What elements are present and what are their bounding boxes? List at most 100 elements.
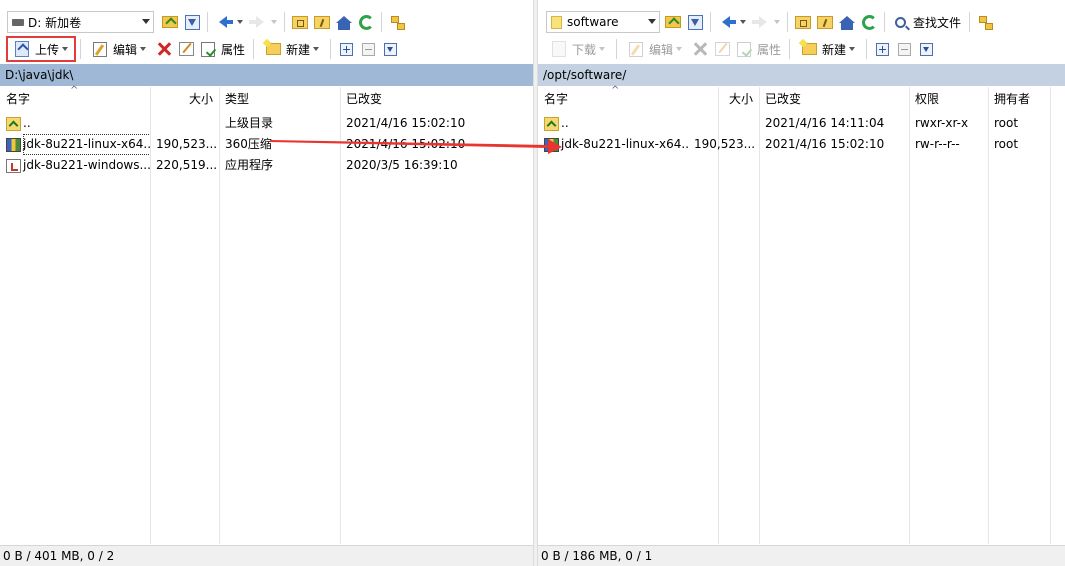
local-edit-button[interactable]: 编辑 <box>85 38 153 60</box>
remote-delete-button[interactable] <box>690 39 710 59</box>
column-header-size[interactable]: 大小 <box>688 87 759 110</box>
column-divider <box>1050 87 1051 544</box>
remote-directory-label: software <box>567 15 619 29</box>
remote-filter-button[interactable] <box>685 12 705 32</box>
remote-forward-history-dropdown[interactable] <box>774 20 780 24</box>
back-button[interactable] <box>213 12 233 32</box>
file-size <box>688 113 759 134</box>
chevron-down-icon <box>648 19 656 24</box>
home-directory-button[interactable] <box>334 12 354 32</box>
local-delete-button[interactable] <box>154 39 174 59</box>
remote-forward-button[interactable] <box>750 12 770 32</box>
local-edit-label: 编辑 <box>113 42 138 57</box>
table-row[interactable]: jdk-8u221-linux-x64... 190,523... 2021/4… <box>538 134 1065 155</box>
remote-status-bar: 0 B / 186 MB, 0 / 1 <box>538 545 1065 566</box>
remote-home-directory-button[interactable] <box>837 12 857 32</box>
root-directory-button[interactable] <box>312 12 332 32</box>
file-modified: 2021/4/16 15:02:10 <box>765 137 885 151</box>
table-row[interactable]: jdk-8u221-linux-x64... 190,523... 360压缩 … <box>0 134 533 155</box>
remote-parent-directory-button[interactable] <box>793 12 813 32</box>
local-rename-button[interactable] <box>176 39 196 59</box>
column-header-permissions[interactable]: 权限 <box>909 87 988 110</box>
chevron-down-icon[interactable] <box>62 47 69 51</box>
local-filter-select-button[interactable] <box>380 39 400 59</box>
column-divider <box>988 87 989 544</box>
rename-icon <box>178 42 194 56</box>
remote-open-directory-button[interactable] <box>663 12 683 32</box>
file-name-cell: jdk-8u221-linux-x64... <box>0 134 150 155</box>
chevron-down-icon[interactable] <box>313 47 320 51</box>
remote-root-directory-button[interactable] <box>815 12 835 32</box>
arrow-right-icon <box>752 16 767 28</box>
column-header-size[interactable]: 大小 <box>150 87 219 110</box>
toolbar-divider <box>207 12 208 32</box>
local-select-button[interactable] <box>336 39 356 59</box>
parent-folder-icon <box>6 116 21 131</box>
column-header-name[interactable]: 名字 ^ <box>0 85 150 110</box>
file-owner: root <box>994 137 1019 151</box>
chevron-down-icon[interactable] <box>676 47 683 51</box>
local-new-button[interactable]: 新建 <box>258 38 326 60</box>
remote-edit-button[interactable]: 编辑 <box>621 38 689 60</box>
tree-toggle-button[interactable] <box>387 12 407 32</box>
column-header-modified[interactable]: 已改变 <box>759 87 909 110</box>
column-header-modified-label: 已改变 <box>346 92 383 106</box>
remote-tree-toggle-button[interactable] <box>975 12 995 32</box>
drive-icon <box>12 18 24 26</box>
remote-new-button[interactable]: 新建 <box>794 38 862 60</box>
remote-properties-label: 属性 <box>757 42 782 57</box>
find-files-button[interactable]: 查找文件 <box>889 11 965 33</box>
sort-ascending-icon: ^ <box>611 85 620 96</box>
remote-directory-selector[interactable]: software <box>546 11 660 33</box>
file-size: 190,523... <box>156 137 218 151</box>
new-icon <box>799 39 819 59</box>
root-folder-icon <box>314 15 330 29</box>
remote-filter-select-button[interactable] <box>916 39 936 59</box>
filter-button[interactable] <box>182 12 202 32</box>
back-history-dropdown[interactable] <box>237 20 243 24</box>
parent-directory-button[interactable] <box>290 12 310 32</box>
column-header-size-label: 大小 <box>728 92 753 106</box>
remote-back-history-dropdown[interactable] <box>740 20 746 24</box>
file-modified: 2021/4/16 15:02:10 <box>346 116 466 130</box>
table-row[interactable]: jdk-8u221-windows... 220,519... 应用程序 202… <box>0 155 533 176</box>
remote-select-button[interactable] <box>872 39 892 59</box>
file-modified: 2021/4/16 14:11:04 <box>765 116 885 130</box>
chevron-down-icon[interactable] <box>849 47 856 51</box>
upload-button[interactable]: 上传 <box>6 36 77 62</box>
forward-button[interactable] <box>247 12 267 32</box>
table-row[interactable]: .. 2021/4/16 14:11:04 rwxr-xr-x root <box>538 113 1065 134</box>
remote-back-button[interactable] <box>716 12 736 32</box>
remote-unselect-button[interactable] <box>894 39 914 59</box>
remote-edit-label: 编辑 <box>649 42 674 57</box>
open-directory-button[interactable] <box>160 12 180 32</box>
forward-history-dropdown[interactable] <box>271 20 277 24</box>
column-header-name-label: 名字 <box>544 92 569 106</box>
remote-refresh-button[interactable] <box>859 12 879 32</box>
column-header-modified[interactable]: 已改变 <box>340 87 533 110</box>
folder-open-icon <box>162 16 178 28</box>
chevron-down-icon <box>142 19 150 24</box>
archive-icon <box>6 137 21 152</box>
local-path-bar[interactable]: D:\java\jdk\ <box>0 64 533 86</box>
local-drive-selector[interactable]: D: 新加卷 <box>7 11 154 33</box>
tree-icon <box>390 15 405 30</box>
remote-file-list[interactable]: 名字 ^ 大小 已改变 权限 拥有者 .. 2021/4/16 14:11:04… <box>538 85 1065 544</box>
find-files-label: 查找文件 <box>913 15 962 30</box>
toolbar-divider <box>80 39 82 59</box>
table-row[interactable]: .. 上级目录 2021/4/16 15:02:10 <box>0 113 533 134</box>
chevron-down-icon[interactable] <box>140 47 147 51</box>
column-header-owner[interactable]: 拥有者 <box>988 87 1050 110</box>
local-unselect-button[interactable] <box>358 39 378 59</box>
file-name: jdk-8u221-linux-x64... <box>561 137 688 151</box>
local-file-list[interactable]: 名字 ^ 大小 类型 已改变 .. 上级目录 2021/4/16 15:02:1… <box>0 85 533 544</box>
column-header-type[interactable]: 类型 <box>219 87 340 110</box>
refresh-button[interactable] <box>356 12 376 32</box>
local-properties-button[interactable]: 属性 <box>197 38 249 60</box>
local-action-toolbar: 上传 编辑 属性 新建 <box>0 36 533 62</box>
local-nav-toolbar: D: 新加卷 <box>0 9 533 35</box>
chevron-down-icon[interactable] <box>599 47 606 51</box>
remote-properties-button[interactable]: 属性 <box>733 38 785 60</box>
download-button[interactable]: 下载 <box>544 38 612 60</box>
remote-rename-button[interactable] <box>712 39 732 59</box>
